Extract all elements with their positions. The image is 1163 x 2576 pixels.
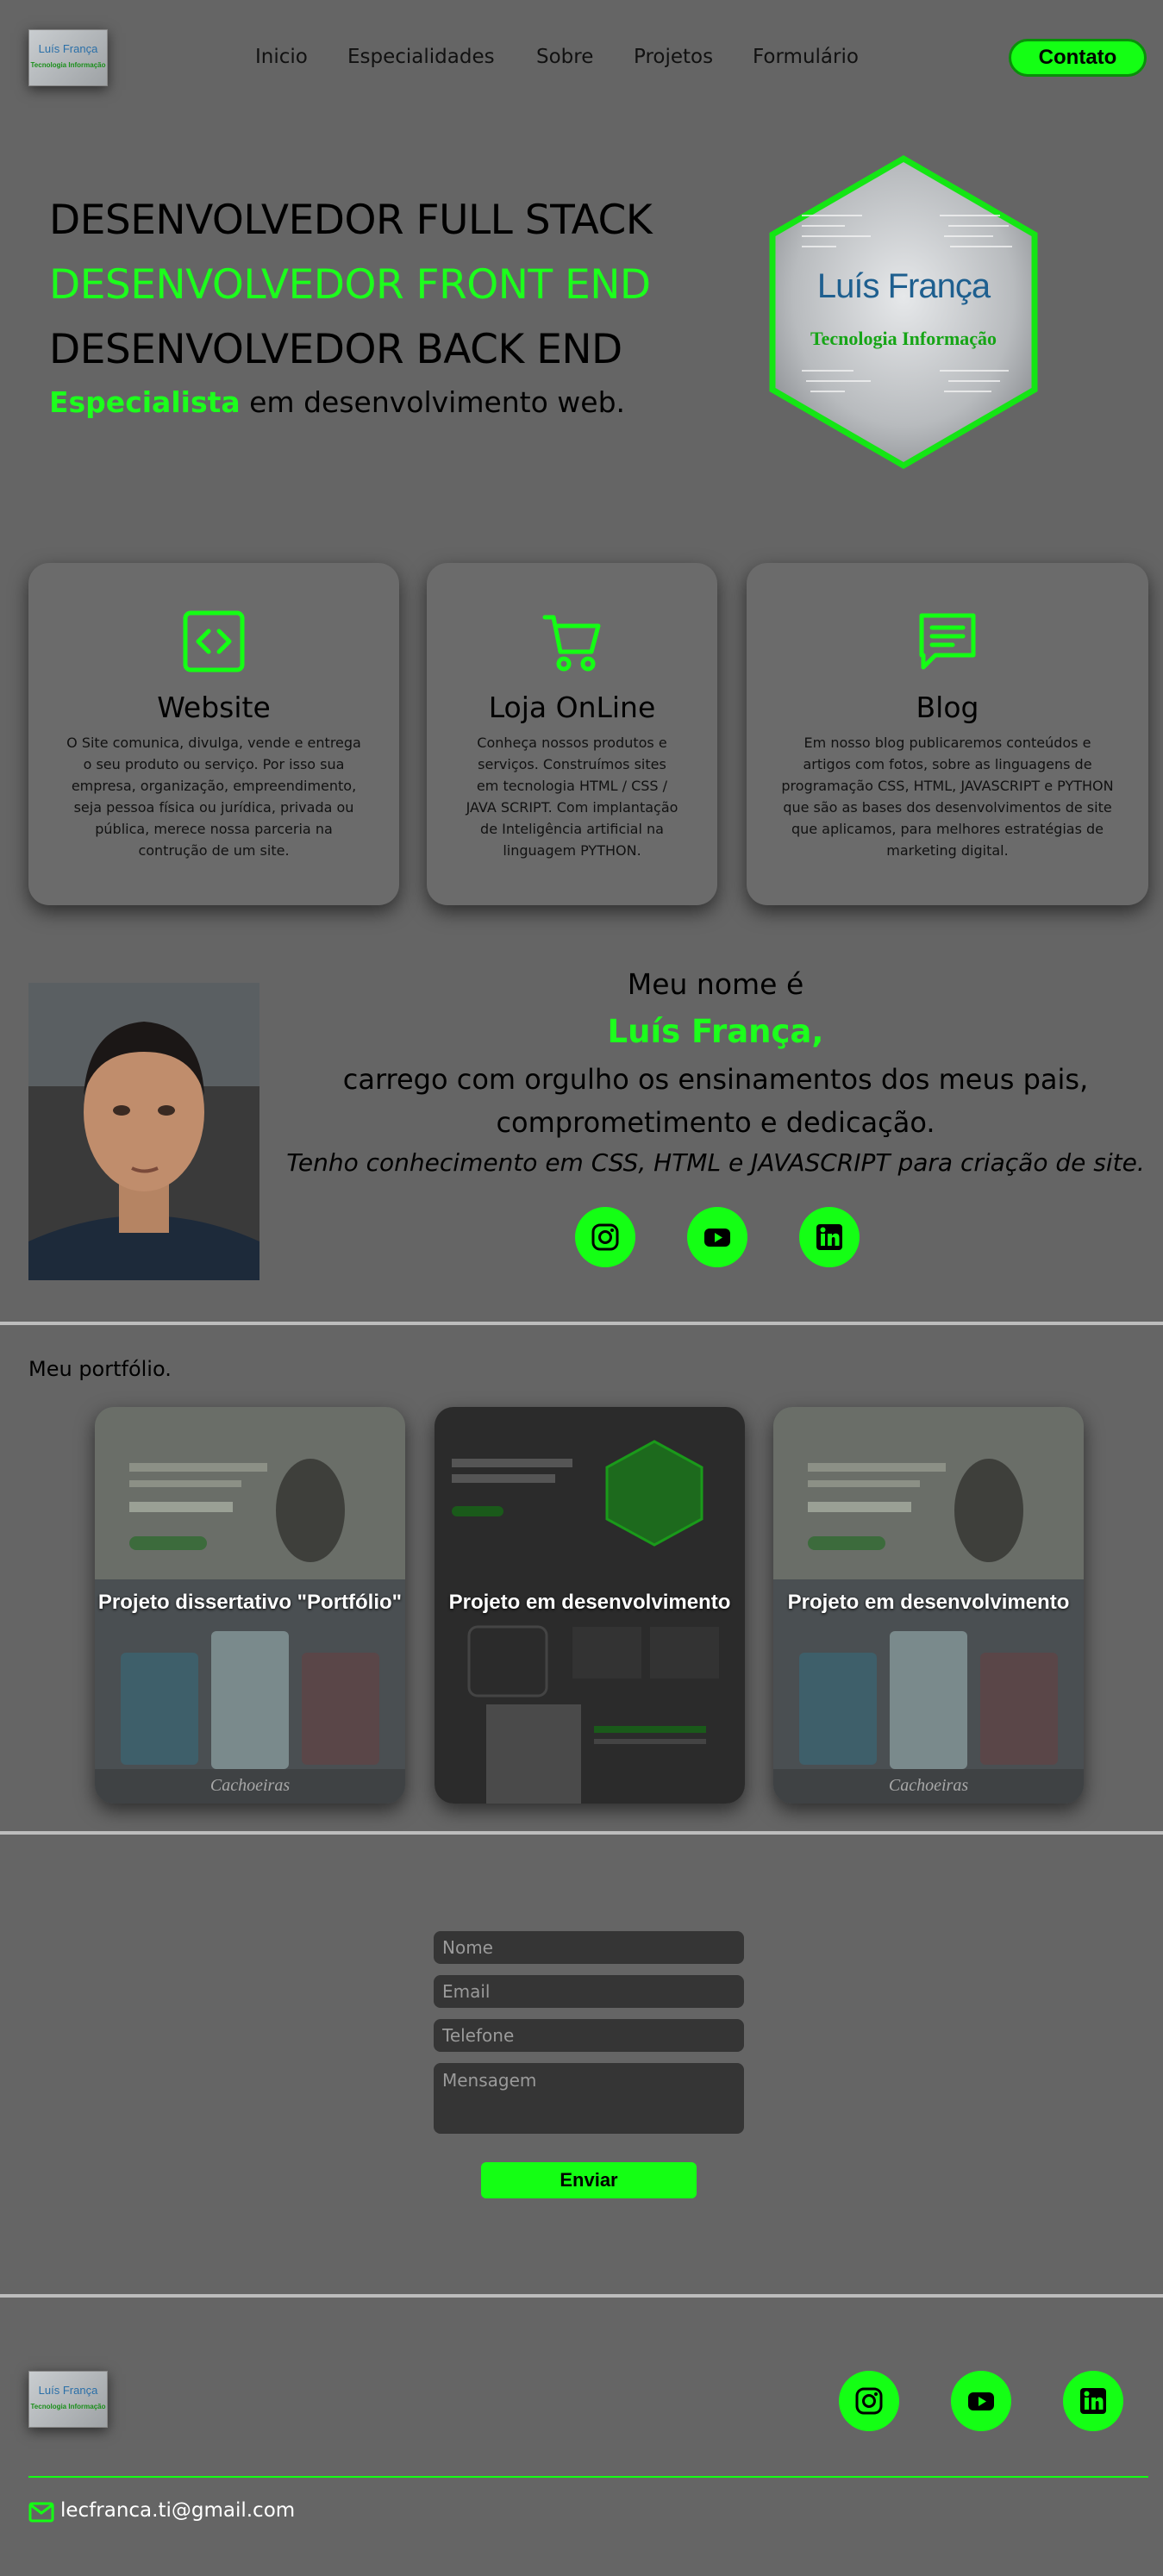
nav-formulario[interactable]: Formulário: [753, 46, 859, 68]
about-name: Luís França,: [607, 1013, 824, 1050]
footer-youtube-button[interactable]: [951, 2371, 1011, 2431]
phone-field[interactable]: [434, 2019, 744, 2052]
cart-icon: [541, 610, 603, 676]
hero-badge: Luís França Tecnologia Informação: [767, 154, 1040, 470]
badge-tagline: Tecnologia Informação: [810, 328, 997, 349]
send-button[interactable]: Enviar: [481, 2162, 697, 2198]
card-title: Loja OnLine: [488, 691, 656, 724]
nav-especialidades[interactable]: Especialidades: [347, 46, 495, 68]
section-divider: [0, 2294, 1163, 2298]
youtube-icon: [704, 1229, 730, 1247]
footer-divider: [28, 2476, 1148, 2478]
portfolio-card-title: Projeto dissertativo "Portfólio": [97, 1591, 403, 1614]
linkedin-button[interactable]: [799, 1207, 860, 1267]
portfolio-card-1[interactable]: Projeto dissertativo "Portfólio" Cachoei…: [95, 1407, 405, 1804]
portfolio-card-title: Projeto em desenvolvimento: [448, 1591, 731, 1614]
hero-line-back-end: DESENVOLVEDOR BACK END: [49, 326, 622, 373]
section-divider: [0, 1831, 1163, 1835]
footer-linkedin-button[interactable]: [1063, 2371, 1123, 2431]
about-line2: comprometimento e dedicação.: [496, 1106, 935, 1139]
about-line3: Tenho conhecimento em CSS, HTML e JAVASC…: [286, 1148, 1145, 1177]
logo-tagline: Tecnologia Informação: [30, 61, 106, 69]
card-title: Blog: [916, 691, 979, 724]
youtube-icon: [968, 2392, 994, 2410]
card-description: Em nosso blog publicaremos conteúdos e a…: [781, 735, 1114, 859]
logo-name: Luís França: [38, 2384, 98, 2397]
hexagon-badge-image: [769, 154, 1038, 470]
footer-instagram-button[interactable]: [839, 2371, 899, 2431]
linkedin-icon: [1080, 2388, 1106, 2414]
about-intro: Meu nome é: [627, 967, 804, 1001]
logo[interactable]: Luís França Tecnologia Informação: [28, 29, 108, 86]
card-loja-online: Loja OnLine Conheça nossos produtos e se…: [427, 563, 717, 905]
about-line1: carrego com orgulho os ensinamentos dos …: [342, 1063, 1089, 1096]
section-divider: [0, 1322, 1163, 1325]
portfolio-thumb-caption: Cachoeiras: [209, 1776, 291, 1795]
profile-photo: [28, 983, 259, 1280]
chat-icon: [916, 610, 979, 676]
instagram-button[interactable]: [575, 1207, 635, 1267]
logo-tagline: Tecnologia Informação: [30, 2403, 106, 2410]
nav-projetos[interactable]: Projetos: [634, 46, 713, 68]
code-icon: [183, 610, 245, 676]
logo-name: Luís França: [38, 42, 98, 55]
footer-logo[interactable]: Luís França Tecnologia Informação: [28, 2371, 108, 2428]
badge-name: Luís França: [816, 267, 991, 305]
hero-line-front-end: DESENVOLVEDOR FRONT END: [49, 261, 651, 309]
footer-email-link[interactable]: lecfranca.ti@gmail.com: [60, 2499, 295, 2522]
portfolio-heading: Meu portfólio.: [28, 1357, 172, 1381]
portfolio-card-title: Projeto em desenvolvimento: [787, 1591, 1070, 1614]
youtube-button[interactable]: [687, 1207, 747, 1267]
portfolio-thumb-caption: Cachoeiras: [888, 1776, 969, 1795]
nav-sobre[interactable]: Sobre: [536, 46, 593, 68]
card-website: Website O Site comunica, divulga, vende …: [28, 563, 399, 905]
mail-icon: [28, 2502, 54, 2523]
hero-subtitle-highlight: Especialista: [49, 385, 241, 419]
hero-subtitle-rest: em desenvolvimento web.: [240, 385, 626, 419]
card-title: Website: [157, 691, 271, 724]
portfolio-card-2[interactable]: Projeto em desenvolvimento: [435, 1407, 745, 1804]
card-description: Conheça nossos produtos e serviços. Cons…: [466, 735, 678, 859]
instagram-icon: [855, 2387, 883, 2415]
hero-line-full-stack: DESENVOLVEDOR FULL STACK: [49, 197, 653, 244]
message-field[interactable]: [434, 2063, 744, 2134]
instagram-icon: [591, 1223, 619, 1251]
portfolio-card-3[interactable]: Projeto em desenvolvimento Cachoeiras: [773, 1407, 1084, 1804]
name-field[interactable]: [434, 1931, 744, 1964]
nav-inicio[interactable]: Inicio: [255, 46, 308, 68]
linkedin-icon: [816, 1224, 842, 1250]
contact-button[interactable]: Contato: [1009, 39, 1147, 77]
card-description: O Site comunica, divulga, vende e entreg…: [66, 735, 361, 859]
email-field[interactable]: [434, 1975, 744, 2008]
card-blog: Blog Em nosso blog publicaremos conteúdo…: [747, 563, 1148, 905]
hero-subtitle: Especialista em desenvolvimento web.: [49, 385, 625, 419]
